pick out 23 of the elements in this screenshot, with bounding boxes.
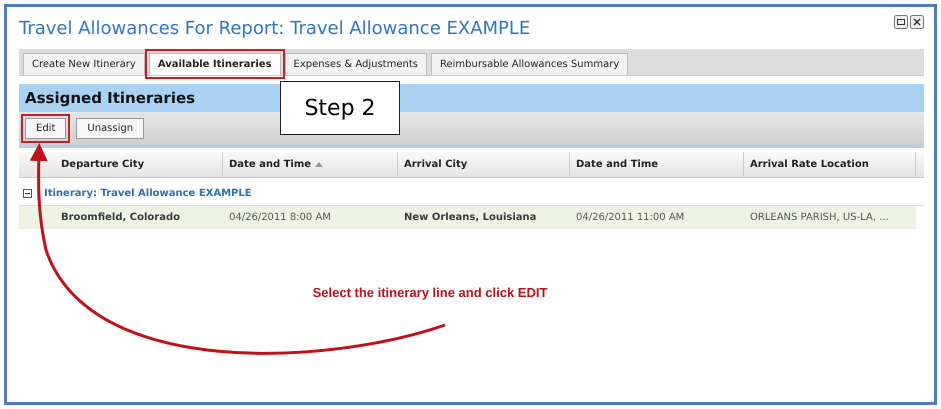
group-label: Itinerary: Travel Allowance EXAMPLE — [44, 188, 252, 199]
tab[interactable]: Create New Itinerary — [23, 53, 145, 75]
column-header[interactable]: Arrival Rate Location — [744, 152, 916, 178]
table-cell: 04/26/2011 8:00 AM — [223, 206, 398, 229]
column-header[interactable]: Date and Time — [223, 152, 398, 178]
table-cell: 04/26/2011 11:00 AM — [570, 206, 744, 229]
window-title: Travel Allowances For Report: Travel Allowance EXAMPLE — [19, 18, 530, 38]
table-cell: New Orleans, Louisiana — [398, 206, 570, 229]
collapse-icon[interactable] — [23, 189, 32, 198]
tab[interactable]: Expenses & Adjustments — [284, 53, 427, 75]
column-header — [916, 152, 924, 178]
table-cell: ORLEANS PARISH, US-LA, ... — [744, 206, 916, 229]
column-header[interactable]: Date and Time — [570, 152, 744, 178]
column-header[interactable]: Arrival City — [398, 152, 570, 178]
edit-button[interactable]: Edit — [25, 118, 66, 139]
annotation-text: Select the itinerary line and click EDIT — [312, 284, 548, 302]
step-callout: Step 2 — [280, 81, 400, 135]
close-icon[interactable] — [910, 15, 924, 29]
column-header[interactable]: Departure City — [55, 152, 223, 178]
table-cell: Broomfield, Colorado — [55, 206, 223, 229]
unassign-button[interactable]: Unassign — [76, 118, 144, 139]
tab[interactable]: Reimbursable Allowances Summary — [430, 53, 628, 75]
restore-icon[interactable] — [894, 15, 908, 29]
